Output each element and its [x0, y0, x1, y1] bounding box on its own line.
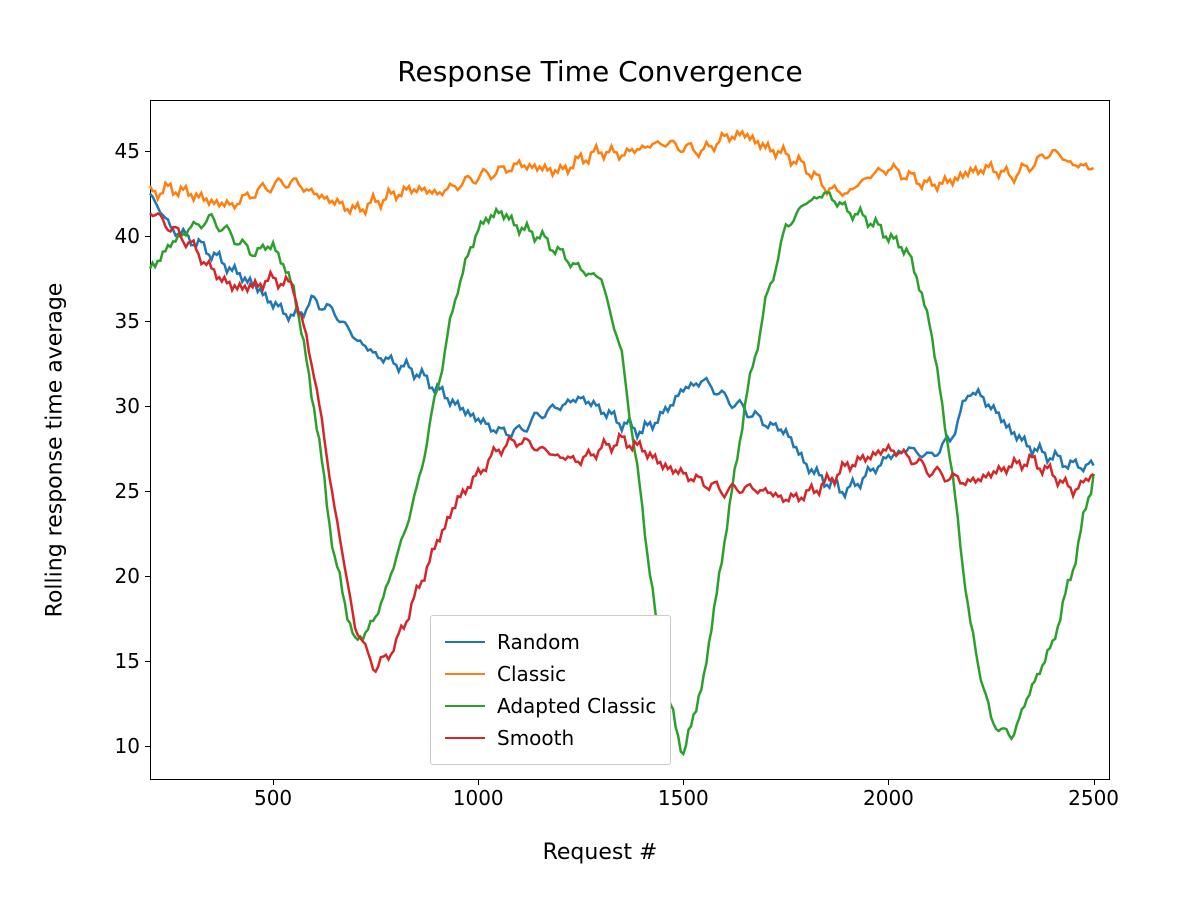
legend-label: Adapted Classic: [497, 694, 656, 718]
legend-label: Random: [497, 630, 580, 654]
x-tick-label: 1000: [453, 786, 504, 810]
y-tick-label: 10: [100, 734, 140, 758]
legend-label: Smooth: [497, 726, 574, 750]
legend-item-smooth: Smooth: [445, 722, 656, 754]
chart-title: Response Time Convergence: [0, 55, 1200, 88]
legend-item-classic: Classic: [445, 658, 656, 690]
y-tick-label: 25: [100, 479, 140, 503]
series-line-smooth: [150, 213, 1094, 672]
legend-swatch: [445, 737, 485, 740]
plot-area: 5001000150020002500 1015202530354045 Ran…: [150, 100, 1110, 780]
x-tick-label: 500: [254, 786, 292, 810]
legend-label: Classic: [497, 662, 566, 686]
y-tick-label: 30: [100, 394, 140, 418]
legend-item-adapted-classic: Adapted Classic: [445, 690, 656, 722]
legend-swatch: [445, 641, 485, 644]
legend-swatch: [445, 673, 485, 676]
y-tick-label: 45: [100, 139, 140, 163]
y-axis-label: Rolling response time average: [43, 283, 68, 618]
legend-item-random: Random: [445, 626, 656, 658]
x-tick-label: 2500: [1068, 786, 1119, 810]
y-tick-label: 20: [100, 564, 140, 588]
x-axis-label: Request #: [0, 840, 1200, 865]
y-tick-label: 40: [100, 224, 140, 248]
legend: Random Classic Adapted Classic Smooth: [430, 615, 671, 765]
series-line-classic: [150, 131, 1094, 214]
y-tick-label: 35: [100, 309, 140, 333]
y-tick-label: 15: [100, 649, 140, 673]
series-line-random: [150, 194, 1094, 497]
legend-swatch: [445, 705, 485, 708]
x-tick-label: 2000: [863, 786, 914, 810]
x-tick-label: 1500: [658, 786, 709, 810]
